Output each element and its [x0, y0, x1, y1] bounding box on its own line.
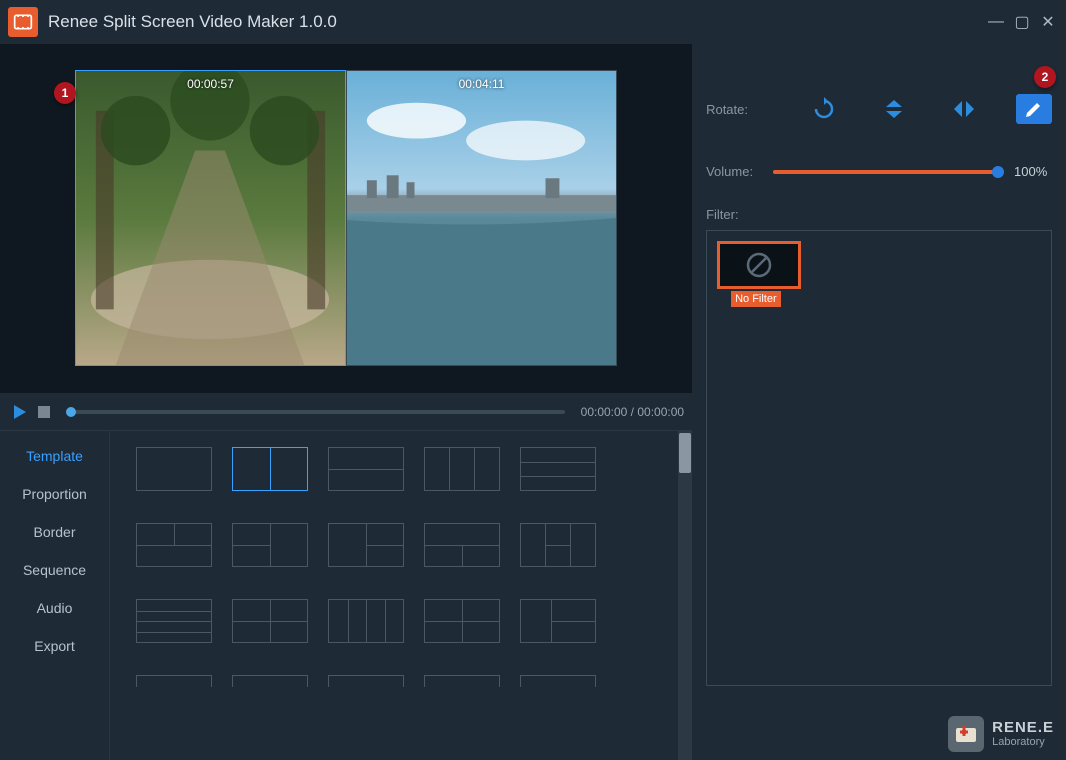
preview-area: 1 00:00:57 [0, 44, 692, 392]
clip-2[interactable]: 00:04:11 [346, 70, 617, 366]
tab-template[interactable]: Template [0, 437, 109, 475]
template-l-left[interactable] [232, 523, 308, 567]
edit-button[interactable] [1016, 94, 1052, 124]
template-2x2[interactable] [232, 599, 308, 643]
template-mix-a[interactable] [424, 599, 500, 643]
template-3col-split[interactable] [520, 523, 596, 567]
volume-value: 100% [1014, 164, 1052, 179]
template-mix-b[interactable] [520, 599, 596, 643]
stop-button[interactable] [32, 400, 56, 424]
clip-2-time: 00:04:11 [459, 77, 505, 91]
volume-label: Volume: [706, 164, 753, 179]
clip-1-thumbnail-icon [76, 71, 345, 365]
tab-audio[interactable]: Audio [0, 589, 109, 627]
tab-proportion[interactable]: Proportion [0, 475, 109, 513]
template-l-bottom[interactable] [424, 523, 500, 567]
template-more-1[interactable] [136, 675, 212, 687]
template-l-right[interactable] [328, 523, 404, 567]
volume-fill [773, 170, 998, 174]
template-1x3-h[interactable] [520, 447, 596, 491]
side-tabs: Template Proportion Border Sequence Audi… [0, 431, 110, 760]
template-1x2-v[interactable] [232, 447, 308, 491]
clip-1-time: 00:00:57 [187, 77, 234, 91]
tab-sequence[interactable]: Sequence [0, 551, 109, 589]
titlebar: Renee Split Screen Video Maker 1.0.0 — ▢… [0, 0, 1066, 44]
template-1x2-h[interactable] [328, 447, 404, 491]
brand-line1: RENE.E [992, 720, 1054, 737]
close-button[interactable]: ✕ [1038, 12, 1058, 32]
clip-2-thumbnail-icon [347, 71, 616, 365]
template-grid [110, 431, 692, 760]
template-more-2[interactable] [232, 675, 308, 687]
template-scrollbar[interactable] [678, 431, 692, 760]
volume-slider[interactable] [773, 170, 998, 174]
callout-badge-2: 2 [1034, 66, 1056, 88]
flip-vertical-button[interactable] [876, 94, 912, 124]
filter-label: Filter: [706, 207, 1052, 222]
minimize-button[interactable]: — [986, 12, 1006, 32]
brand-icon [948, 716, 984, 752]
app-title: Renee Split Screen Video Maker 1.0.0 [48, 12, 986, 32]
template-more-3[interactable] [328, 675, 404, 687]
template-1x4-v[interactable] [328, 599, 404, 643]
transport-bar: 00:00:00 / 00:00:00 [0, 392, 692, 430]
no-filter-icon [717, 241, 801, 289]
timecode: 00:00:00 / 00:00:00 [581, 405, 684, 419]
tab-border[interactable]: Border [0, 513, 109, 551]
template-more-4[interactable] [424, 675, 500, 687]
app-logo-icon [8, 7, 38, 37]
progress-knob[interactable] [66, 407, 76, 417]
tab-export[interactable]: Export [0, 627, 109, 665]
volume-knob[interactable] [992, 166, 1004, 178]
brand-badge: RENE.E Laboratory [948, 716, 1054, 752]
brand-line2: Laboratory [992, 736, 1054, 748]
filter-none-item[interactable]: No Filter [717, 241, 807, 307]
template-more-5[interactable] [520, 675, 596, 687]
template-4row[interactable] [136, 599, 212, 643]
template-1x1[interactable] [136, 447, 212, 491]
scrollbar-thumb[interactable] [679, 433, 691, 473]
maximize-button[interactable]: ▢ [1012, 12, 1032, 32]
rotate-cw-button[interactable] [806, 94, 842, 124]
flip-horizontal-button[interactable] [946, 94, 982, 124]
play-button[interactable] [8, 400, 32, 424]
filter-list: No Filter [706, 230, 1052, 686]
rotate-label: Rotate: [706, 102, 748, 117]
callout-badge-1: 1 [54, 82, 76, 104]
template-l-top[interactable] [136, 523, 212, 567]
clip-1[interactable]: 00:00:57 [75, 70, 346, 366]
template-1x3-v[interactable] [424, 447, 500, 491]
filter-none-label: No Filter [731, 291, 781, 307]
progress-track[interactable] [66, 410, 565, 414]
